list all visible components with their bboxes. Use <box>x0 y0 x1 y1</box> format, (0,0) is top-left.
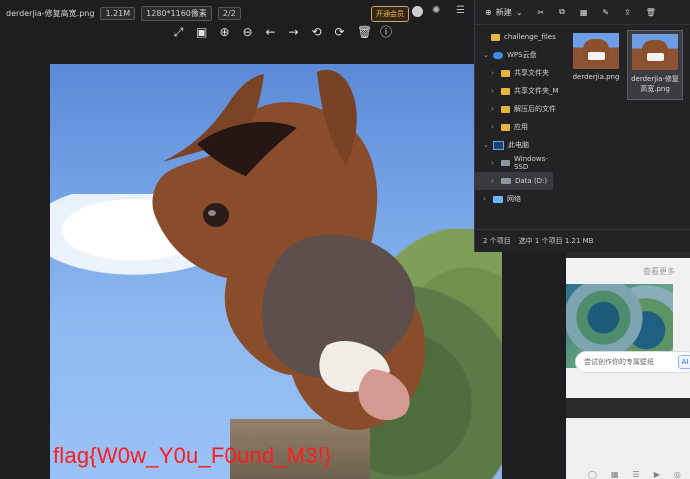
sidebar-item-shared-folder-m[interactable]: › 共享文件夹_M <box>475 82 559 100</box>
globe-icon[interactable]: ◎ <box>674 470 681 479</box>
bottom-toolbar: ◯ ▦ ☰ ▶ ◎ ≡ <box>588 470 690 479</box>
page-indicator: 2/2 <box>217 6 241 20</box>
grid-icon[interactable]: ▦ <box>611 470 619 479</box>
computer-icon <box>493 140 504 150</box>
sidebar-item-wps-cloud[interactable]: ⌄ WPS云盘 <box>475 46 559 64</box>
chevron-right-icon: › <box>491 105 494 113</box>
new-button-label: 新建 <box>495 7 512 17</box>
chevron-down-icon: ⌄ <box>483 141 489 149</box>
chevron-right-icon: › <box>491 87 494 95</box>
sidebar-item-windows-ssd[interactable]: › Windows-SSD <box>475 154 559 172</box>
sidebar-item-label: 解压后的文件 <box>514 105 556 113</box>
image-thumbnail <box>573 33 619 69</box>
network-icon <box>493 195 503 203</box>
new-button[interactable]: ⊕ 新建 ⌄ <box>485 7 522 18</box>
share-icon[interactable]: ⇪ <box>624 8 631 17</box>
sidebar-item-label: Windows-SSD <box>513 155 548 171</box>
explorer-statusbar: 2 个项目 选中 1 个项目 1.21 MB <box>475 229 690 252</box>
ai-badge: AI <box>678 355 690 369</box>
file-item-derderjia-fixed[interactable]: derderjia-修复高宽.png <box>627 30 683 100</box>
horse-svg <box>152 69 426 430</box>
ai-suggestion-text: 尝试创作你的专属壁纸 <box>584 358 654 366</box>
avatar[interactable] <box>412 6 423 17</box>
sidebar-item-this-pc[interactable]: ⌄ 此电脑 <box>475 136 559 154</box>
explorer-main: challenge_files ⌄ WPS云盘 › 共享文件夹 › 共享文件夹_M ›… <box>475 24 690 230</box>
ai-suggestion-pill[interactable]: 尝试创作你的专属壁纸 AI <box>576 352 690 372</box>
list-icon[interactable]: ☰ <box>633 470 640 479</box>
dimensions-badge: 1280*1160像素 <box>141 5 212 21</box>
horse-eye <box>203 203 229 227</box>
chevron-right-icon: › <box>491 177 494 185</box>
folder-icon <box>501 87 510 95</box>
sidebar-item-label: 此电脑 <box>508 141 529 149</box>
sidebar-item-label: Data (D:) <box>515 177 548 185</box>
zoom-out-icon[interactable]: ⊖ <box>242 26 253 38</box>
sidebar-item-label: 共享文件夹 <box>514 69 549 77</box>
expand-icon[interactable]: ⤢ <box>173 26 184 38</box>
drive-icon <box>501 178 511 184</box>
file-name: derderjia.png <box>572 73 620 81</box>
arrow-left-icon[interactable]: ← <box>265 26 276 38</box>
cloud-icon <box>493 51 503 59</box>
vip-button[interactable]: 开通会员 <box>371 6 409 22</box>
play-icon[interactable]: ▶ <box>654 470 660 479</box>
folder-icon <box>501 123 510 131</box>
theme-icon[interactable]: ✺ <box>432 6 442 16</box>
horse-image: flag{W0w_Y0u_F0und_M3!} <box>50 64 502 479</box>
zoom-in-icon[interactable]: ⊕ <box>219 26 230 38</box>
sidebar-item-label: WPS云盘 <box>507 51 537 59</box>
chevron-right-icon: › <box>491 159 494 167</box>
explorer-toolbar: ⊕ 新建 ⌄ ✂ ⧉ ▦ ✎ ⇪ 🗑 <box>475 0 690 25</box>
cut-icon[interactable]: ✂ <box>537 8 544 17</box>
sidebar-item-network[interactable]: › 网络 <box>475 190 559 208</box>
status-selected: 选中 1 个项目 1.21 MB <box>518 237 594 245</box>
drive-icon <box>500 160 510 166</box>
copy-icon[interactable]: ⧉ <box>559 7 565 17</box>
image-thumbnail <box>632 34 678 70</box>
chevron-right-icon: › <box>483 195 486 203</box>
info-icon[interactable]: ⓘ <box>380 26 392 38</box>
horse-eye-highlight <box>208 210 216 216</box>
flag-text: flag{W0w_Y0u_F0und_M3!} <box>53 443 332 468</box>
delete-icon[interactable]: 🗑 <box>357 26 372 38</box>
file-item-derderjia[interactable]: derderjia.png <box>569 30 623 81</box>
chevron-right-icon: › <box>491 69 494 77</box>
file-explorer-window: ⊕ 新建 ⌄ ✂ ⧉ ▦ ✎ ⇪ 🗑 challenge_files ⌄ WPS云盘 … <box>474 0 690 252</box>
sidebar-item-extracted-files[interactable]: › 解压后的文件 <box>475 100 559 118</box>
file-name: derderjia-修复高宽.png <box>631 75 679 93</box>
status-count: 2 个项目 <box>483 237 511 245</box>
sidebar-item-shared-folder[interactable]: › 共享文件夹 <box>475 64 559 82</box>
arrow-right-icon[interactable]: → <box>288 26 299 38</box>
sidebar-item-apps[interactable]: › 应用 <box>475 118 559 136</box>
sidebar-item-label: 应用 <box>514 123 528 131</box>
chevron-down-icon: ⌄ <box>515 7 523 17</box>
rotate-left-icon[interactable]: ⟲ <box>311 26 322 38</box>
sidebar-item-data-d[interactable]: › Data (D:) <box>475 172 553 190</box>
sidebar-item-label: 共享文件夹_M <box>514 87 559 95</box>
file-grid: derderjia.png derderjia-修复高宽.png <box>563 24 690 230</box>
folder-icon <box>501 69 510 77</box>
folder-icon <box>501 105 510 113</box>
viewer-toolbar: ⤢ ▣ ⊕ ⊖ ← → ⟲ ⟳ 🗑 ⓘ <box>173 26 392 38</box>
paste-icon[interactable]: ▦ <box>580 8 588 17</box>
sidebar-item-label: 网络 <box>507 195 521 203</box>
menu-icon[interactable]: ☰ <box>456 5 465 16</box>
explorer-sidebar: challenge_files ⌄ WPS云盘 › 共享文件夹 › 共享文件夹_M ›… <box>475 24 559 234</box>
delete-icon[interactable]: 🗑 <box>646 8 656 17</box>
chevron-down-icon: ⌄ <box>483 51 489 59</box>
rotate-right-icon[interactable]: ⟳ <box>334 26 345 38</box>
sidebar-item-label: challenge_files <box>504 33 556 41</box>
file-size-badge: 1.21M <box>100 6 136 20</box>
image-title: derderjia-修复高宽.png <box>6 8 95 18</box>
sidebar-item-challenge-files[interactable]: challenge_files <box>475 28 559 46</box>
fit-icon[interactable]: ▣ <box>196 26 207 38</box>
chevron-right-icon: › <box>491 123 494 131</box>
plus-icon: ⊕ <box>485 7 492 17</box>
folder-icon <box>491 33 500 41</box>
circle-icon[interactable]: ◯ <box>588 470 597 479</box>
rename-icon[interactable]: ✎ <box>602 8 609 17</box>
more-link[interactable]: 查看更多 <box>643 266 675 277</box>
